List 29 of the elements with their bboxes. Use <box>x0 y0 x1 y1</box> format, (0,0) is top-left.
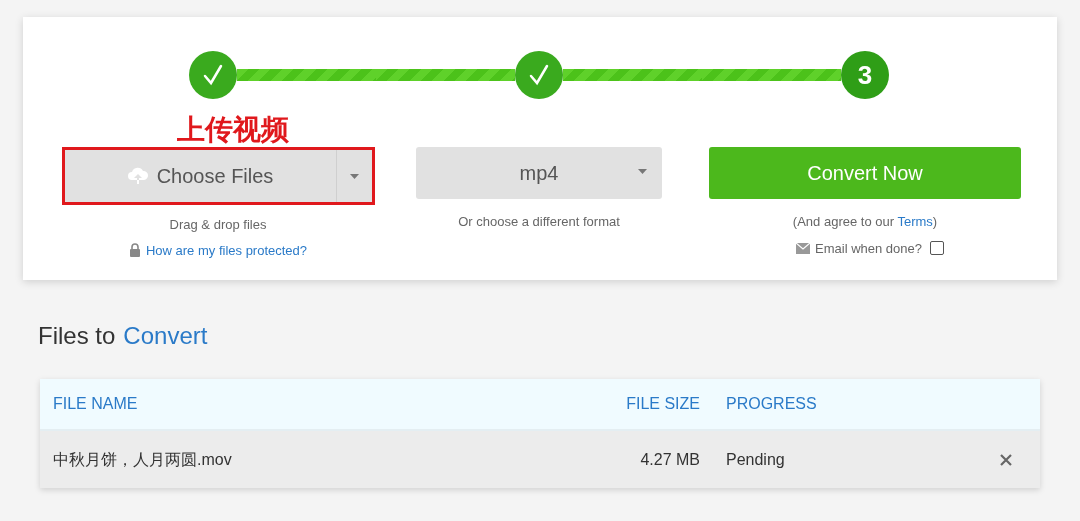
caret-icon <box>638 169 647 174</box>
dropdown-toggle[interactable] <box>335 150 372 202</box>
email-label: Email when done? <box>815 239 922 258</box>
envelope-icon <box>796 242 810 254</box>
section-heading: Files to <box>38 321 116 351</box>
cloud-upload-icon <box>126 167 149 185</box>
table-cell-text: Pending <box>725 449 786 470</box>
close-icon[interactable] <box>1000 453 1012 466</box>
column-header: FILE NAME <box>52 394 139 414</box>
annotation-label: 上传视频 <box>177 113 289 147</box>
convert-now-button[interactable]: Convert Now <box>709 147 1021 199</box>
table-cell-text: 4.27 MB <box>639 449 700 470</box>
lock-icon <box>128 243 141 258</box>
table-cell-text: 中秋月饼，人月两圆.mov <box>52 449 233 470</box>
column-header: FILE SIZE <box>625 394 700 414</box>
step-number: 3 <box>857 58 873 92</box>
terms-note: (And agree to our Terms) <box>792 213 938 231</box>
format-hint: Or choose a different format <box>458 213 620 231</box>
section-heading-highlight: Convert <box>123 321 208 351</box>
terms-link[interactable]: Terms <box>897 214 933 229</box>
caret-icon <box>349 173 359 179</box>
email-checkbox[interactable] <box>930 241 944 256</box>
column-header: PROGRESS <box>725 394 818 414</box>
choose-files-button[interactable]: Choose Files <box>64 150 336 202</box>
files-protected-link[interactable]: How are my files protected? <box>145 240 308 260</box>
check-icon <box>528 64 550 86</box>
format-select[interactable]: mp4 <box>416 147 662 199</box>
check-icon <box>202 64 224 86</box>
drag-drop-hint: Drag & drop files <box>169 216 267 234</box>
